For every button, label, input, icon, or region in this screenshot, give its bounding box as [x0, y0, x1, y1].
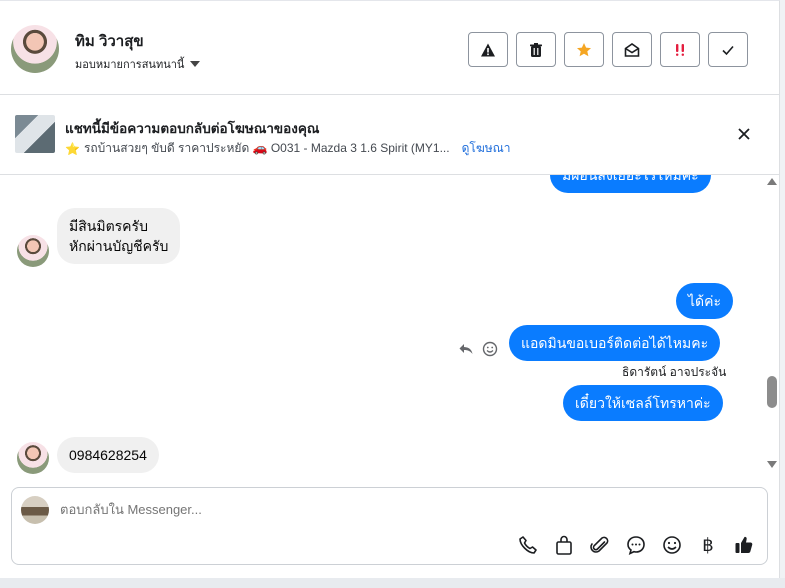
chevron-down-icon — [190, 61, 201, 67]
message-bubble-outgoing[interactable]: เดี๋ยวให้เซลล์โทรหาค่ะ — [563, 385, 723, 421]
composer-tools: ฿ — [517, 534, 755, 556]
trash-icon — [530, 42, 542, 57]
contact-name[interactable]: ทิม วิวาสุข — [75, 29, 144, 53]
message-bubble-outgoing[interactable]: แอดมินขอเบอร์ติดต่อได้ไหมคะ — [509, 325, 721, 361]
emoji-icon[interactable] — [661, 534, 683, 556]
scroll-up-arrow[interactable] — [767, 178, 777, 185]
message-composer: ฿ — [11, 487, 768, 565]
chat-bubble-icon[interactable] — [625, 534, 647, 556]
follow-up-button[interactable] — [660, 32, 700, 67]
message-input[interactable] — [60, 502, 710, 517]
message-hover-actions — [458, 341, 498, 357]
conversation-header: ทิม วิวาสุข มอบหมายการสนทนานี้ — [0, 5, 780, 95]
warning-icon — [481, 43, 495, 56]
contact-avatar[interactable] — [11, 25, 59, 73]
message-list[interactable]: มีผ่อนส่งเยอะไรไหมคะ มีสินมิตรครับ หักผ่… — [0, 175, 768, 481]
ad-thumbnail[interactable] — [15, 115, 55, 153]
window-scrollbar — [780, 0, 785, 588]
check-icon — [722, 45, 734, 55]
mark-done-button[interactable] — [708, 32, 748, 67]
contact-avatar-small — [17, 235, 49, 267]
contact-avatar-small — [17, 442, 49, 474]
header-actions — [468, 32, 748, 67]
conversation-panel: ทิม วิวาสุข มอบหมายการสนทนานี้ แชทนี้มีข… — [0, 0, 780, 578]
message-sender-name: ธิดารัตน์ อาจประจัน — [622, 365, 727, 379]
scroll-down-arrow[interactable] — [767, 461, 777, 468]
emoji-reaction-icon[interactable] — [482, 341, 498, 357]
phone-icon[interactable] — [517, 534, 539, 556]
message-bubble-incoming[interactable]: มีสินมิตรครับ หักผ่านบัญชีครับ — [57, 208, 181, 264]
ad-description: รถบ้านสวยๆ ขับดี ราคาประหยัด 🚗 O031 - Ma… — [83, 141, 450, 155]
envelope-open-icon — [624, 42, 640, 57]
payment-icon[interactable]: ฿ — [697, 535, 719, 556]
close-icon[interactable] — [735, 125, 753, 143]
message-bubble-incoming[interactable]: 0984628254 — [57, 437, 159, 473]
message-line: มีสินมิตรครับ — [69, 218, 148, 234]
shopping-bag-icon[interactable] — [553, 534, 575, 556]
message-line: หักผ่านบัญชีครับ — [69, 238, 169, 254]
reply-icon[interactable] — [458, 341, 474, 357]
star-icon — [577, 42, 591, 56]
star-button[interactable] — [564, 32, 604, 67]
ad-banner-subtitle: ⭐ รถบ้านสวยๆ ขับดี ราคาประหยัด 🚗 O031 - … — [65, 139, 511, 158]
thumbs-up-icon[interactable] — [733, 534, 755, 556]
assign-conversation-dropdown[interactable]: มอบหมายการสนทนานี้ — [75, 55, 201, 73]
report-button[interactable] — [468, 32, 508, 67]
page-avatar — [21, 496, 49, 524]
assign-label: มอบหมายการสนทนานี้ — [75, 59, 185, 71]
bottom-edge — [0, 578, 785, 588]
message-bubble-outgoing[interactable]: มีผ่อนส่งเยอะไรไหมคะ — [550, 175, 711, 193]
star-emoji-icon: ⭐ — [65, 141, 80, 156]
paperclip-icon[interactable] — [589, 534, 611, 556]
delete-button[interactable] — [516, 32, 556, 67]
scrollbar-thumb[interactable] — [767, 376, 777, 408]
ad-banner-title: แชทนี้มีข้อความตอบกลับต่อโฆษณาของคุณ — [65, 121, 320, 136]
exclamation-icon — [676, 43, 684, 56]
ad-reply-banner: แชทนี้มีข้อความตอบกลับต่อโฆษณาของคุณ ⭐ ร… — [0, 95, 780, 175]
view-ad-link[interactable]: ดูโฆษณา — [462, 139, 511, 158]
mark-unread-button[interactable] — [612, 32, 652, 67]
message-bubble-outgoing[interactable]: ได้ค่ะ — [676, 283, 734, 319]
